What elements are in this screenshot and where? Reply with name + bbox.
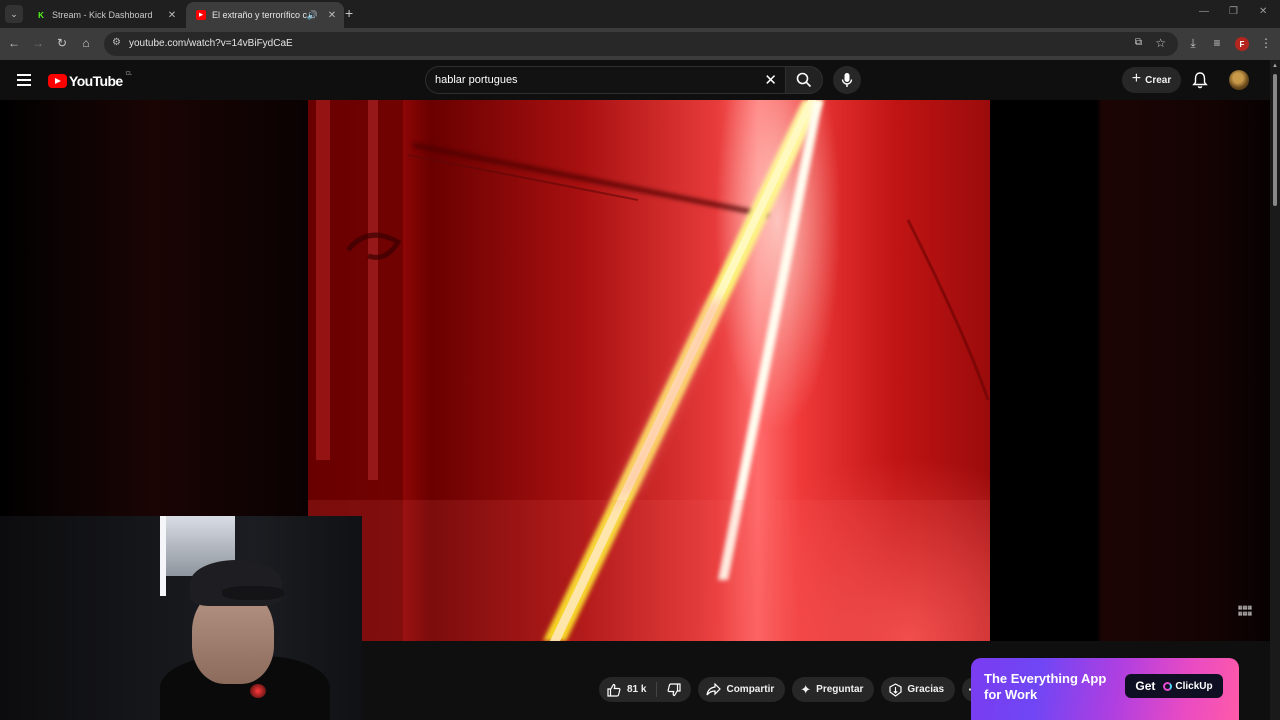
country-code: CL bbox=[125, 71, 133, 77]
site-info-icon[interactable]: ⚙ bbox=[112, 37, 121, 48]
youtube-header: YouTube CL hablar portugues ✕ + Crear bbox=[0, 60, 1270, 100]
reload-icon[interactable]: ↻ bbox=[54, 36, 70, 50]
ad-brand: ClickUp bbox=[1163, 680, 1213, 692]
ask-label: Preguntar bbox=[816, 684, 864, 695]
kick-icon: K bbox=[36, 10, 46, 20]
address-bar[interactable]: ⚙ youtube.com/watch?v=14vBiFydCaE ⧉ ☆ bbox=[104, 32, 1178, 56]
scroll-up-icon[interactable]: ▲ bbox=[1272, 63, 1278, 69]
tab-title: Stream - Kick Dashboard bbox=[52, 10, 153, 20]
search-input[interactable]: hablar portugues ✕ bbox=[425, 66, 785, 94]
browser-profile-avatar[interactable]: F bbox=[1235, 37, 1249, 51]
page-scrollbar[interactable]: ▲ bbox=[1270, 60, 1280, 720]
webcam-cap-brim bbox=[222, 586, 284, 600]
hamburger-menu-icon[interactable] bbox=[17, 74, 31, 86]
search-icon bbox=[796, 72, 812, 88]
like-dislike-group: 81 k bbox=[599, 677, 692, 702]
share-arrow-icon bbox=[706, 683, 722, 696]
webcam-red-light bbox=[250, 684, 266, 698]
thumbs-down-icon bbox=[667, 682, 682, 696]
media-playlist-icon[interactable]: ≡ bbox=[1209, 36, 1225, 50]
user-avatar[interactable] bbox=[1229, 70, 1249, 90]
video-frame-image bbox=[308, 100, 990, 641]
scrollbar-thumb[interactable] bbox=[1273, 74, 1277, 206]
thumbs-up-icon bbox=[607, 683, 621, 697]
ad-brand-name: ClickUp bbox=[1175, 680, 1213, 692]
plus-icon: + bbox=[1131, 70, 1142, 87]
browser-toolbar: ← → ↻ ⌂ ⚙ youtube.com/watch?v=14vBiFydCa… bbox=[0, 28, 1280, 60]
speaker-icon[interactable]: 🔊 bbox=[307, 10, 318, 21]
like-count: 81 k bbox=[627, 684, 647, 695]
tab-close-icon[interactable]: ✕ bbox=[326, 10, 338, 21]
url-text[interactable]: youtube.com/watch?v=14vBiFydCaE bbox=[129, 38, 293, 49]
clickup-ad-banner[interactable]: The Everything App for Work Get ClickUp bbox=[971, 658, 1239, 720]
ask-button[interactable]: ✦ Preguntar bbox=[792, 677, 875, 702]
clickup-logo-icon bbox=[1163, 681, 1173, 691]
sparkle-icon: ✦ bbox=[800, 681, 812, 697]
window-close-icon[interactable]: ✕ bbox=[1259, 6, 1267, 17]
youtube-play-icon bbox=[48, 74, 67, 88]
search-button[interactable] bbox=[785, 66, 823, 94]
voice-search-button[interactable] bbox=[833, 66, 861, 94]
thanks-label: Gracias bbox=[907, 684, 945, 695]
notifications-bell-icon[interactable] bbox=[1192, 71, 1208, 94]
webcam-overlay bbox=[0, 516, 362, 720]
dislike-button[interactable] bbox=[657, 682, 691, 697]
video-actions-bar: 81 k Compartir ✦ Preguntar Gracias ··· bbox=[599, 677, 988, 703]
ad-get-clickup-button[interactable]: Get ClickUp bbox=[1125, 674, 1223, 698]
ambient-glow-right bbox=[990, 100, 1270, 641]
tab-kick-dashboard[interactable]: K Stream - Kick Dashboard ✕ bbox=[26, 2, 184, 28]
new-tab-plus-icon[interactable]: + bbox=[345, 5, 353, 21]
download-icon[interactable]: ⤓ bbox=[1185, 36, 1201, 51]
back-arrow-icon[interactable]: ← bbox=[6, 36, 22, 50]
minimize-icon[interactable]: — bbox=[1199, 6, 1209, 17]
tab-youtube-video[interactable]: ▶ El extraño y terrorífico caso 🔊 ✕ bbox=[186, 2, 344, 28]
ad-cta-get: Get bbox=[1135, 679, 1156, 693]
restore-icon[interactable]: ❐ bbox=[1229, 6, 1238, 17]
thanks-button[interactable]: Gracias bbox=[881, 677, 956, 702]
home-icon[interactable]: ⌂ bbox=[78, 36, 94, 50]
tab-title: El extraño y terrorífico caso bbox=[212, 10, 307, 20]
like-button[interactable]: 81 k bbox=[599, 682, 658, 697]
browser-menu-icon[interactable]: ⋮ bbox=[1258, 36, 1274, 50]
webcam-light-strip bbox=[160, 516, 166, 596]
microphone-icon bbox=[841, 73, 853, 87]
install-app-icon[interactable]: ⧉ bbox=[1135, 37, 1142, 48]
youtube-logo-text: YouTube bbox=[69, 73, 123, 89]
video-frame[interactable] bbox=[308, 100, 990, 641]
create-button[interactable]: + Crear bbox=[1122, 67, 1181, 93]
tab-close-icon[interactable]: ✕ bbox=[166, 10, 178, 21]
search-query-text[interactable]: hablar portugues bbox=[435, 74, 518, 86]
share-label: Compartir bbox=[726, 684, 775, 695]
share-button[interactable]: Compartir bbox=[698, 677, 786, 702]
youtube-logo[interactable]: YouTube CL bbox=[48, 71, 133, 89]
tab-search-chevron-icon[interactable]: ⌄ bbox=[5, 5, 23, 23]
youtube-icon: ▶ bbox=[196, 10, 206, 20]
channel-watermark[interactable]: ▦▦▦ ▦▦▦ bbox=[1229, 605, 1261, 623]
super-thanks-icon bbox=[889, 682, 903, 697]
clear-search-icon[interactable]: ✕ bbox=[764, 71, 777, 89]
bookmark-star-icon[interactable]: ☆ bbox=[1155, 36, 1166, 50]
forward-arrow-icon[interactable]: → bbox=[30, 36, 46, 50]
create-label: Crear bbox=[1145, 74, 1172, 86]
ad-headline: The Everything App for Work bbox=[984, 671, 1107, 702]
browser-tab-strip: ⌄ K Stream - Kick Dashboard ✕ ▶ El extra… bbox=[0, 0, 1280, 28]
